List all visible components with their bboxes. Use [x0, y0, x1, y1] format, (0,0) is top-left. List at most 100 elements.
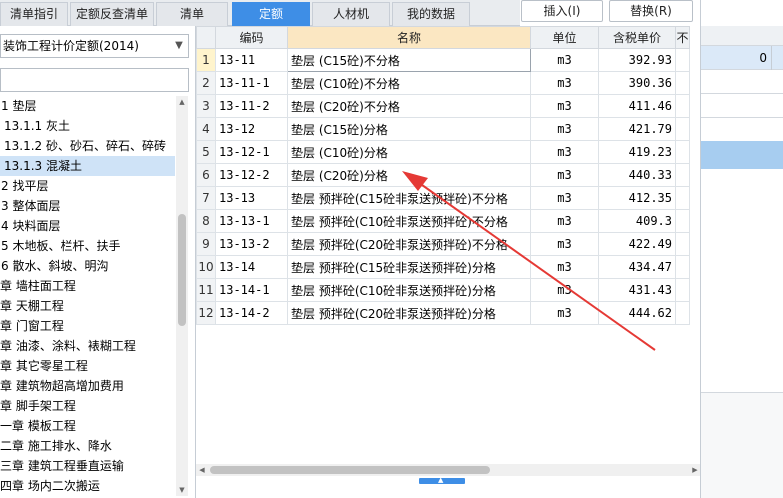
- cell-name[interactable]: 垫层 (C20砼)分格: [287, 163, 531, 187]
- cell-extra[interactable]: [675, 255, 690, 279]
- cell-code[interactable]: 13-12-2: [215, 163, 288, 187]
- cell-code[interactable]: 13-11: [215, 48, 288, 72]
- table-horizontal-scrollbar[interactable]: ◀ ▶: [196, 464, 701, 476]
- tab-labor-material-machine[interactable]: 人材机: [312, 2, 390, 26]
- tree-item[interactable]: 13.1.1 灰土: [0, 116, 175, 136]
- cell-name[interactable]: 垫层 预拌砼(C15砼非泵送预拌砼)分格: [287, 255, 531, 279]
- cell-price[interactable]: 440.33: [598, 163, 676, 187]
- cell-unit[interactable]: m3: [530, 232, 599, 256]
- table-row[interactable]: 6 13-12-2 垫层 (C20砼)分格 m3 440.33: [196, 163, 690, 187]
- table-row[interactable]: 10 13-14 垫层 预拌砼(C15砼非泵送预拌砼)分格 m3 434.47: [196, 255, 690, 279]
- tree-item-selected[interactable]: 13.1.3 混凝土: [0, 156, 175, 176]
- tree-item[interactable]: 章 天棚工程: [0, 296, 175, 316]
- cell-unit[interactable]: m3: [530, 71, 599, 95]
- scroll-up-icon[interactable]: ▲: [176, 96, 188, 108]
- tree-item[interactable]: 三章 建筑工程垂直运输: [0, 456, 175, 476]
- cell-code[interactable]: 13-12-1: [215, 140, 288, 164]
- table-row[interactable]: 2 13-11-1 垫层 (C10砼)不分格 m3 390.36: [196, 71, 690, 95]
- tab-quota-reverse-lookup[interactable]: 定额反查清单: [70, 2, 154, 26]
- cell-price[interactable]: 390.36: [598, 71, 676, 95]
- cell-extra[interactable]: [675, 163, 690, 187]
- background-grid-row[interactable]: 0: [701, 46, 783, 70]
- tree-item[interactable]: 章 油漆、涂料、裱糊工程: [0, 336, 175, 356]
- tree-item[interactable]: 一章 模板工程: [0, 416, 175, 436]
- cell-unit[interactable]: m3: [530, 186, 599, 210]
- cell-code[interactable]: 13-13-2: [215, 232, 288, 256]
- table-row[interactable]: 5 13-12-1 垫层 (C10砼)分格 m3 419.23: [196, 140, 690, 164]
- cell-unit[interactable]: m3: [530, 163, 599, 187]
- cell-price[interactable]: 419.23: [598, 140, 676, 164]
- library-select[interactable]: 装饰工程计价定额(2014) ▼: [0, 34, 189, 58]
- tree-item[interactable]: 二章 施工排水、降水: [0, 436, 175, 456]
- tree-scrollbar[interactable]: ▲ ▼: [176, 96, 188, 496]
- table-row[interactable]: 3 13-11-2 垫层 (C20砼)不分格 m3 411.46: [196, 94, 690, 118]
- table-row[interactable]: 4 13-12 垫层 (C15砼)分格 m3 421.79: [196, 117, 690, 141]
- cell-unit[interactable]: m3: [530, 48, 599, 72]
- table-row[interactable]: 9 13-13-2 垫层 预拌砼(C20砼非泵送预拌砼)不分格 m3 422.4…: [196, 232, 690, 256]
- cell-extra[interactable]: [675, 301, 690, 325]
- cell-name[interactable]: 垫层 (C15砼)不分格: [287, 48, 531, 72]
- replace-button[interactable]: 替换(R): [609, 0, 693, 22]
- cell-code[interactable]: 13-14-1: [215, 278, 288, 302]
- table-row[interactable]: 1 13-11 垫层 (C15砼)不分格 m3 392.93: [196, 48, 690, 72]
- col-code[interactable]: 编码: [215, 26, 288, 49]
- table-row[interactable]: 12 13-14-2 垫层 预拌砼(C20砼非泵送预拌砼)分格 m3 444.6…: [196, 301, 690, 325]
- tree-item[interactable]: 章 建筑物超高增加费用: [0, 376, 175, 396]
- cell-price[interactable]: 422.49: [598, 232, 676, 256]
- col-name[interactable]: 名称: [287, 26, 531, 49]
- cell-name[interactable]: 垫层 (C20砼)不分格: [287, 94, 531, 118]
- cell-code[interactable]: 13-14: [215, 255, 288, 279]
- table-row[interactable]: 8 13-13-1 垫层 预拌砼(C10砼非泵送预拌砼)不分格 m3 409.3: [196, 209, 690, 233]
- tree-item[interactable]: 四章 场内二次搬运: [0, 476, 175, 496]
- cell-price[interactable]: 444.62: [598, 301, 676, 325]
- col-extra[interactable]: 不: [675, 26, 690, 49]
- cell-code[interactable]: 13-11-2: [215, 94, 288, 118]
- tab-quota[interactable]: 定额: [232, 2, 310, 26]
- table-scrollbar-thumb[interactable]: [210, 466, 490, 474]
- cell-unit[interactable]: m3: [530, 278, 599, 302]
- cell-extra[interactable]: [675, 48, 690, 72]
- cell-name[interactable]: 垫层 预拌砼(C20砼非泵送预拌砼)分格: [287, 301, 531, 325]
- tab-my-data[interactable]: 我的数据: [392, 2, 470, 26]
- tree-item[interactable]: 2 找平层: [0, 176, 175, 196]
- cell-extra[interactable]: [675, 209, 690, 233]
- col-unit[interactable]: 单位: [530, 26, 599, 49]
- tree-scrollbar-thumb[interactable]: [178, 214, 186, 326]
- cell-code[interactable]: 13-13: [215, 186, 288, 210]
- panel-splitter-handle[interactable]: ▲: [419, 476, 465, 484]
- cell-name[interactable]: 垫层 预拌砼(C10砼非泵送预拌砼)分格: [287, 278, 531, 302]
- cell-name[interactable]: 垫层 预拌砼(C20砼非泵送预拌砼)不分格: [287, 232, 531, 256]
- table-row[interactable]: 7 13-13 垫层 预拌砼(C15砼非泵送预拌砼)不分格 m3 412.35: [196, 186, 690, 210]
- cell-name[interactable]: 垫层 预拌砼(C15砼非泵送预拌砼)不分格: [287, 186, 531, 210]
- tree-item[interactable]: 6 散水、斜坡、明沟: [0, 256, 175, 276]
- tree-item[interactable]: 章 脚手架工程: [0, 396, 175, 416]
- cell-code[interactable]: 13-11-1: [215, 71, 288, 95]
- tree-item[interactable]: 章 其它零星工程: [0, 356, 175, 376]
- tree-item[interactable]: 章 墙柱面工程: [0, 276, 175, 296]
- scroll-down-icon[interactable]: ▼: [176, 484, 188, 496]
- tree-item[interactable]: 3 整体面层: [0, 196, 175, 216]
- chevron-down-icon[interactable]: ▼: [173, 35, 185, 57]
- cell-unit[interactable]: m3: [530, 301, 599, 325]
- cell-price[interactable]: 411.46: [598, 94, 676, 118]
- cell-code[interactable]: 13-14-2: [215, 301, 288, 325]
- cell-price[interactable]: 412.35: [598, 186, 676, 210]
- tree-item[interactable]: 4 块料面层: [0, 216, 175, 236]
- tab-bill-guide[interactable]: 清单指引: [0, 2, 68, 26]
- cell-price[interactable]: 421.79: [598, 117, 676, 141]
- cell-unit[interactable]: m3: [530, 209, 599, 233]
- tree-item[interactable]: 13.1.2 砂、砂石、碎石、碎砖: [0, 136, 175, 156]
- cell-extra[interactable]: [675, 278, 690, 302]
- cell-price[interactable]: 431.43: [598, 278, 676, 302]
- tree-item[interactable]: 1 垫层: [0, 96, 175, 116]
- cell-extra[interactable]: [675, 71, 690, 95]
- cell-name[interactable]: 垫层 预拌砼(C10砼非泵送预拌砼)不分格: [287, 209, 531, 233]
- cell-code[interactable]: 13-13-1: [215, 209, 288, 233]
- cell-price[interactable]: 434.47: [598, 255, 676, 279]
- cell-unit[interactable]: m3: [530, 255, 599, 279]
- cell-extra[interactable]: [675, 140, 690, 164]
- scroll-left-icon[interactable]: ◀: [196, 464, 208, 476]
- cell-unit[interactable]: m3: [530, 140, 599, 164]
- cell-extra[interactable]: [675, 186, 690, 210]
- cell-price[interactable]: 409.3: [598, 209, 676, 233]
